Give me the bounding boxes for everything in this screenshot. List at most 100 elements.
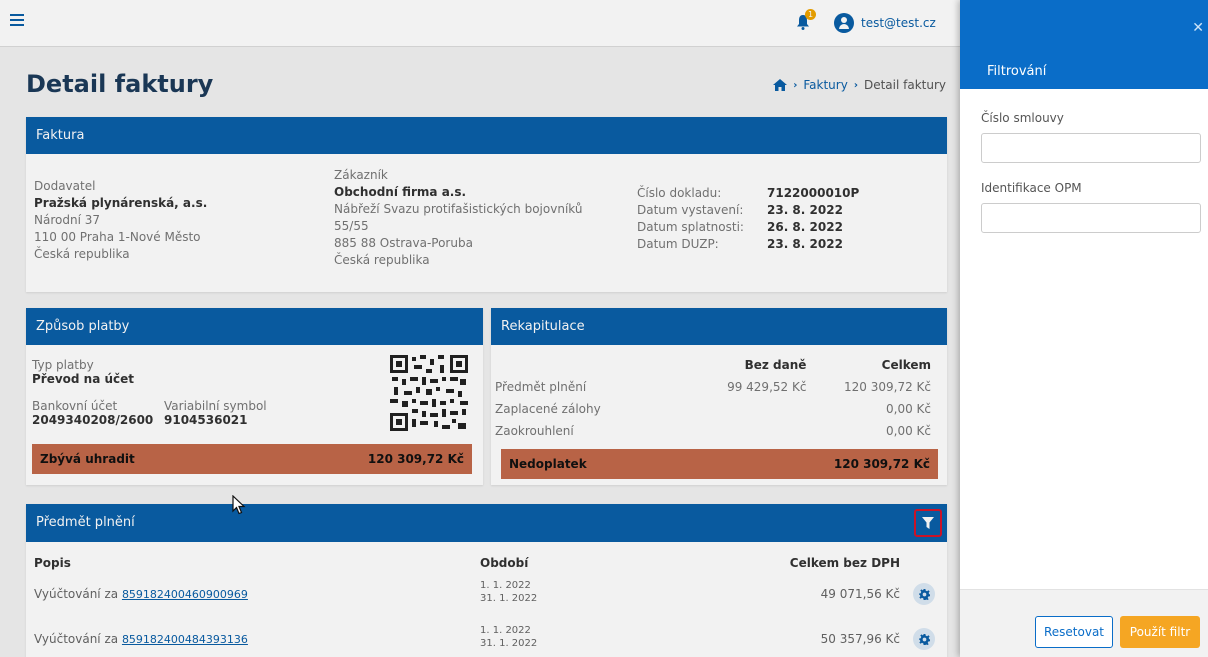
doc-label: Datum splatnosti: xyxy=(637,220,744,234)
row-prefix: Vyúčtování za xyxy=(34,587,119,601)
mouse-cursor-icon xyxy=(232,495,246,515)
customer-city: 885 88 Ostrava-Poruba xyxy=(334,236,473,250)
summary-row-celkem: 120 309,72 Kč xyxy=(844,380,932,394)
doc-label: Číslo dokladu: xyxy=(637,186,722,200)
invoice-card: Faktura Dodavatel Pražská plynárenská, a… xyxy=(26,117,947,292)
col-bez-dane: Bez daně xyxy=(744,358,807,372)
filter-panel-footer: Resetovat Použít filtr xyxy=(960,589,1208,657)
underpayment-label: Nedoplatek xyxy=(509,457,587,471)
col-obdobi: Období xyxy=(480,556,529,570)
bank-account-value: 2049340208/2600 xyxy=(32,413,154,427)
customer-name: Obchodní firma a.s. xyxy=(334,185,467,199)
row-period-from: 1. 1. 2022 xyxy=(480,580,531,591)
row-period-from: 1. 1. 2022 xyxy=(480,625,531,636)
payment-card-title: Způsob platby xyxy=(26,308,483,345)
page-title: Detail faktury xyxy=(26,70,214,98)
summary-row: Zaplacené zálohy 0,00 Kč xyxy=(495,402,931,420)
breadcrumb: › Faktury › Detail faktury xyxy=(773,78,946,92)
supplier-street: Národní 37 xyxy=(34,213,100,227)
summary-header-row: Bez daně Celkem xyxy=(495,358,931,376)
col-popis: Popis xyxy=(34,556,71,570)
hamburger-menu-icon[interactable] xyxy=(10,14,24,26)
customer-label: Zákazník xyxy=(334,168,388,182)
supplier-name: Pražská plynárenská, a.s. xyxy=(34,196,208,210)
customer-number: 55/55 xyxy=(334,219,369,233)
variable-symbol-label: Variabilní symbol xyxy=(164,399,267,413)
table-row: Vyúčtování za 859182400460900969 1. 1. 2… xyxy=(26,576,947,610)
filter-button[interactable] xyxy=(914,509,942,537)
supplier-block: Dodavatel Pražská plynárenská, a.s. Náro… xyxy=(34,178,207,263)
breadcrumb-separator-icon: › xyxy=(853,79,858,91)
summary-row-celkem: 0,00 Kč xyxy=(886,424,932,438)
home-icon[interactable] xyxy=(773,79,788,91)
row-period: 1. 1. 2022 31. 1. 2022 xyxy=(480,579,537,605)
invoice-card-title: Faktura xyxy=(26,117,947,154)
row-period-to: 31. 1. 2022 xyxy=(480,638,538,649)
contract-number-label: Číslo smlouvy xyxy=(981,111,1064,125)
user-email-link[interactable]: test@test.cz xyxy=(861,16,936,30)
doc-value: 26. 8. 2022 xyxy=(767,220,843,234)
document-labels: Číslo dokladu: Datum vystavení: Datum sp… xyxy=(637,185,744,253)
row-opm-link[interactable]: 859182400484393136 xyxy=(122,633,248,646)
gear-icon xyxy=(918,633,930,645)
summary-row-label: Předmět plnění xyxy=(495,380,587,394)
top-bar: 1 test@test.cz xyxy=(0,0,960,47)
items-card: Předmět plnění Popis Období Celkem bez D… xyxy=(26,504,947,657)
row-amount: 50 357,96 Kč xyxy=(820,632,900,646)
underpayment-bar: Nedoplatek 120 309,72 Kč xyxy=(501,449,938,479)
opm-id-label: Identifikace OPM xyxy=(981,181,1082,195)
row-amount: 49 071,56 Kč xyxy=(820,587,900,601)
doc-value: 7122000010P xyxy=(767,186,860,200)
customer-block: Zákazník Obchodní firma a.s. Nábřeží Sva… xyxy=(334,167,582,269)
summary-row-label: Zaokrouhlení xyxy=(495,424,574,438)
opm-id-input[interactable] xyxy=(981,203,1201,233)
summary-row-label: Zaplacené zálohy xyxy=(495,402,601,416)
summary-row-bez xyxy=(693,424,807,442)
bank-account-label: Bankovní účet xyxy=(32,399,118,413)
summary-card: Rekapitulace Bez daně Celkem Předmět pln… xyxy=(491,308,947,485)
payment-type-value: Převod na účet xyxy=(32,372,135,386)
row-prefix: Vyúčtování za xyxy=(34,632,119,646)
variable-symbol-value: 9104536021 xyxy=(164,413,248,427)
breadcrumb-current: Detail faktury xyxy=(863,78,946,92)
row-description: Vyúčtování za 859182400484393136 xyxy=(34,632,248,646)
row-period: 1. 1. 2022 31. 1. 2022 xyxy=(480,624,537,650)
row-period-to: 31. 1. 2022 xyxy=(480,593,538,604)
breadcrumb-link-faktury[interactable]: Faktury xyxy=(803,78,847,92)
summary-row: Zaokrouhlení 0,00 Kč xyxy=(495,424,931,442)
underpayment-value: 120 309,72 Kč xyxy=(833,457,930,471)
filter-panel: Filtrování ✕ Číslo smlouvy Identifikace … xyxy=(960,0,1208,657)
col-celkem-bez-dph: Celkem bez DPH xyxy=(789,556,900,570)
row-opm-link[interactable]: 859182400460900969 xyxy=(122,588,248,601)
reset-button[interactable]: Resetovat xyxy=(1035,616,1113,648)
apply-filter-button[interactable]: Použít filtr xyxy=(1120,616,1200,648)
filter-funnel-icon xyxy=(922,517,934,529)
doc-label: Datum vystavení: xyxy=(637,203,744,217)
contract-number-input[interactable] xyxy=(981,133,1201,163)
close-icon[interactable]: ✕ xyxy=(1192,20,1204,36)
gear-icon xyxy=(918,588,930,600)
supplier-country: Česká republika xyxy=(34,247,130,261)
col-celkem: Celkem xyxy=(881,358,932,372)
doc-value: 23. 8. 2022 xyxy=(767,203,843,217)
customer-street: Nábřeží Svazu protifašistických bojovník… xyxy=(334,202,583,216)
table-row: Vyúčtování za 859182400484393136 1. 1. 2… xyxy=(26,621,947,655)
notification-badge: 1 xyxy=(805,9,816,20)
amount-due-label: Zbývá uhradit xyxy=(40,452,135,466)
summary-row: Předmět plnění 99 429,52 Kč 120 309,72 K… xyxy=(495,380,931,398)
row-detail-button[interactable] xyxy=(913,628,935,650)
summary-row-celkem: 0,00 Kč xyxy=(886,402,932,416)
summary-row-bez xyxy=(693,402,807,420)
payment-type-label: Typ platby xyxy=(32,358,94,372)
row-detail-button[interactable] xyxy=(913,583,935,605)
main-page: 1 test@test.cz Detail faktury › Faktury … xyxy=(0,0,960,657)
user-avatar-icon[interactable] xyxy=(834,13,854,33)
supplier-city: 110 00 Praha 1-Nové Město xyxy=(34,230,201,244)
document-values: 7122000010P 23. 8. 2022 26. 8. 2022 23. … xyxy=(767,185,859,253)
summary-card-title: Rekapitulace xyxy=(491,308,947,345)
customer-country: Česká republika xyxy=(334,253,430,267)
amount-due-bar: Zbývá uhradit 120 309,72 Kč xyxy=(32,444,472,474)
summary-row-bez: 99 429,52 Kč xyxy=(727,380,807,394)
amount-due-value: 120 309,72 Kč xyxy=(367,452,464,466)
filter-panel-title: Filtrování xyxy=(987,64,1047,79)
